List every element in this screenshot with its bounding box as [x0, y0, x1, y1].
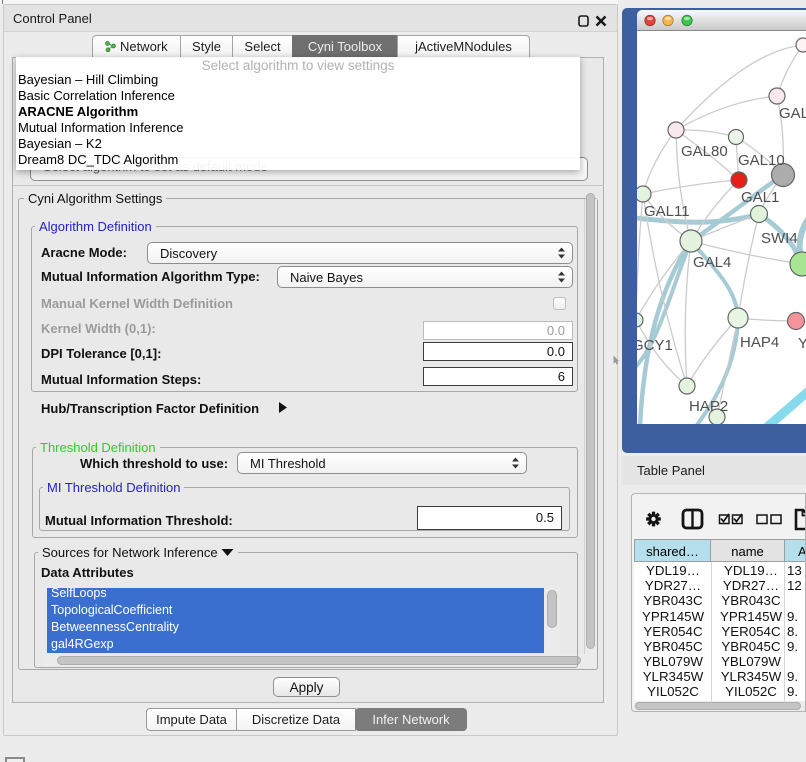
svg-text:GAL80: GAL80 [681, 143, 728, 160]
svg-text:GCY1: GCY1 [637, 337, 673, 354]
svg-text:HAP2: HAP2 [689, 398, 728, 415]
svg-text:GAL4: GAL4 [693, 254, 731, 271]
svg-text:HAP4: HAP4 [740, 334, 779, 351]
svg-text:SWI4: SWI4 [761, 230, 798, 247]
svg-text:GAL3: GAL3 [779, 105, 806, 122]
svg-text:GAL11: GAL11 [644, 203, 690, 220]
svg-text:GAL1: GAL1 [741, 189, 779, 206]
svg-text:YJ: YJ [798, 335, 806, 352]
svg-text:GAL10: GAL10 [738, 152, 785, 169]
